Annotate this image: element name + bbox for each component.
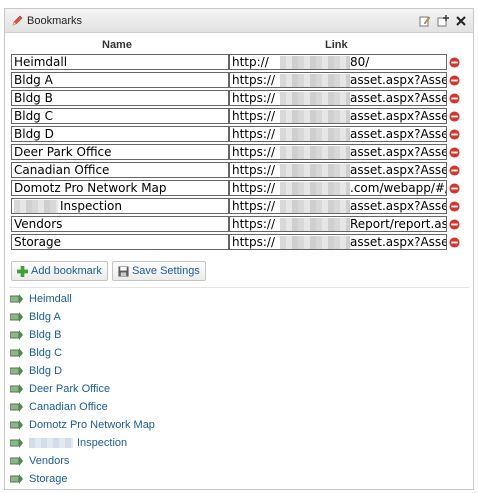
table-row: Vendors https://Report/report.asp [11,215,460,233]
bookmark-link-icon [10,402,23,412]
table-row: Bldg A https://asset.aspx?AssetI [11,71,460,89]
bookmark-link[interactable]: Canadian Office [29,401,108,413]
list-item: Storage [10,470,155,488]
bookmark-name-field[interactable]: Vendors [11,216,229,232]
name-column-header: Name [102,39,132,51]
bookmark-link-field[interactable]: https://asset.aspx?AssetI [229,198,447,214]
action-buttons: Add bookmark Save Settings [11,261,206,281]
bookmark-link[interactable]: Bldg B [29,329,61,341]
bookmark-links: Heimdall Bldg A Bldg B Bldg C Bldg D Dee… [10,290,155,488]
list-item: Canadian Office [10,398,155,416]
floppy-icon [118,265,129,277]
bookmark-link-field[interactable]: https://asset.aspx?AssetI [229,162,447,178]
delete-icon[interactable] [449,164,460,176]
delete-icon[interactable] [449,236,460,248]
table-row: Bldg D https://asset.aspx?AssetI [11,125,460,143]
list-item: Vendors [10,452,155,470]
bookmark-name-field[interactable]: Storage [11,234,229,250]
bookmarks-panel: Bookmarks Name Link Heimdall http://80/ … [4,8,474,490]
bookmark-link-icon [10,456,23,466]
pencil-icon [12,15,23,25]
bookmark-link[interactable]: Vendors [29,455,69,467]
bookmark-link-icon [10,384,23,394]
table-row: Storage https://asset.aspx?AssetI [11,233,460,251]
bookmark-link-field[interactable]: https://asset.aspx?AssetI [229,144,447,160]
close-icon[interactable] [455,15,467,27]
bookmark-name-field[interactable]: Bldg C [11,108,229,124]
list-item: Deer Park Office [10,380,155,398]
bookmark-link[interactable]: Heimdall [29,293,72,305]
bookmark-link[interactable]: Inspection [77,437,127,449]
add-window-icon[interactable] [437,14,449,27]
table-row: Domotz Pro Network Map https://.com/weba… [11,179,460,197]
list-item: Domotz Pro Network Map [10,416,155,434]
delete-icon[interactable] [449,200,460,212]
edit-icon[interactable] [419,15,431,27]
bookmark-link-field[interactable]: https://asset.aspx?AssetI [229,126,447,142]
bookmark-link-field[interactable]: https://Report/report.asp [229,216,447,232]
bookmark-link[interactable]: Bldg A [29,311,61,323]
bookmark-name-field[interactable]: Bldg B [11,90,229,106]
bookmark-link[interactable]: Storage [29,473,68,485]
plus-icon [17,265,28,277]
bookmark-link-wrapper[interactable]: Inspection [29,437,127,449]
delete-icon[interactable] [449,128,460,140]
table-row: Inspection https://asset.aspx?AssetI [11,197,460,215]
bookmark-link-icon [10,438,23,448]
bookmark-name-field[interactable]: Deer Park Office [11,144,229,160]
bookmark-link-icon [10,312,23,322]
divider [9,287,469,288]
add-bookmark-button[interactable]: Add bookmark [11,261,108,281]
bookmark-link[interactable]: Domotz Pro Network Map [29,419,155,431]
table-row: Heimdall http://80/ [11,53,460,71]
delete-icon[interactable] [449,74,460,86]
bookmark-name-field[interactable]: Bldg D [11,126,229,142]
bookmark-link[interactable]: Deer Park Office [29,383,110,395]
list-item: Heimdall [10,290,155,308]
list-item: Bldg A [10,308,155,326]
delete-icon[interactable] [449,110,460,122]
table-row: Deer Park Office https://asset.aspx?Asse… [11,143,460,161]
bookmark-name-field[interactable]: Bldg A [11,72,229,88]
bookmark-link-icon [10,294,23,304]
list-item: Bldg D [10,362,155,380]
delete-icon[interactable] [449,218,460,230]
bookmark-link-field[interactable]: https://asset.aspx?AssetI [229,90,447,106]
bookmark-link-icon [10,330,23,340]
panel-titlebar: Bookmarks [5,9,473,33]
bookmark-link-field[interactable]: https://asset.aspx?AssetI [229,72,447,88]
bookmark-link[interactable]: Bldg D [29,365,62,377]
bookmark-link-field[interactable]: https://asset.aspx?AssetI [229,108,447,124]
bookmark-name-field[interactable]: Inspection [11,198,229,214]
bookmark-link-field[interactable]: https://asset.aspx?AssetI [229,234,447,250]
delete-icon[interactable] [449,56,460,68]
save-settings-button[interactable]: Save Settings [111,261,206,281]
bookmark-link-icon [10,348,23,358]
panel-title: Bookmarks [27,14,83,27]
bookmark-rows: Heimdall http://80/ Bldg A https://asset… [11,53,460,251]
bookmark-name-field[interactable]: Canadian Office [11,162,229,178]
bookmark-link[interactable]: Bldg C [29,347,62,359]
list-item: Bldg C [10,344,155,362]
link-column-header: Link [325,39,348,51]
bookmark-name-field[interactable]: Domotz Pro Network Map [11,180,229,196]
delete-icon[interactable] [449,182,460,194]
table-row: Bldg C https://asset.aspx?AssetI [11,107,460,125]
delete-icon[interactable] [449,146,460,158]
table-row: Bldg B https://asset.aspx?AssetI [11,89,460,107]
bookmark-link-field[interactable]: http://80/ [229,54,447,70]
table-row: Canadian Office https://asset.aspx?Asset… [11,161,460,179]
bookmark-name-field[interactable]: Heimdall [11,54,229,70]
delete-icon[interactable] [449,92,460,104]
bookmark-link-icon [10,474,23,484]
list-item: Bldg B [10,326,155,344]
list-item: Inspection [10,434,155,452]
bookmark-link-icon [10,366,23,376]
bookmark-link-icon [10,420,23,430]
bookmark-link-field[interactable]: https://.com/webapp/#/( [229,180,447,196]
